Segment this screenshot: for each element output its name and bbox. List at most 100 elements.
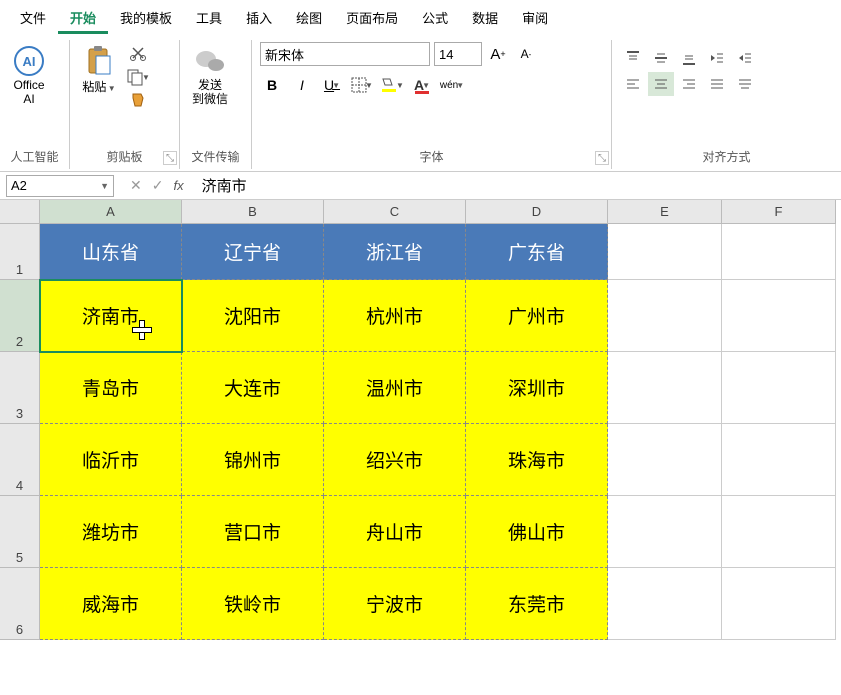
- cut-button[interactable]: [126, 42, 150, 64]
- menu-insert[interactable]: 插入: [234, 4, 284, 34]
- cell-d5[interactable]: 佛山市: [466, 496, 608, 568]
- font-launcher[interactable]: ⤡: [595, 151, 609, 165]
- cell-f5[interactable]: [722, 496, 836, 568]
- menu-review[interactable]: 审阅: [510, 4, 560, 34]
- row-header-3[interactable]: 3: [0, 352, 40, 424]
- align-center-button[interactable]: [648, 72, 674, 96]
- col-header-b[interactable]: B: [182, 200, 324, 224]
- cell-f3[interactable]: [722, 352, 836, 424]
- row-header-4[interactable]: 4: [0, 424, 40, 496]
- cell-c2[interactable]: 杭州市: [324, 280, 466, 352]
- cell-e1[interactable]: [608, 224, 722, 280]
- cell-d4[interactable]: 珠海市: [466, 424, 608, 496]
- increase-indent-button[interactable]: [732, 46, 758, 70]
- row-header-6[interactable]: 6: [0, 568, 40, 640]
- border-button[interactable]: ▼: [350, 74, 374, 96]
- menu-data[interactable]: 数据: [460, 4, 510, 34]
- cell-a4[interactable]: 临沂市: [40, 424, 182, 496]
- formula-bar: A2 ▼ ✕ ✓ fx: [0, 172, 841, 200]
- ribbon: AI Office AI 人工智能 粘贴 ▼ ▼: [0, 34, 841, 172]
- decrease-font-button[interactable]: A-: [514, 43, 538, 65]
- underline-button[interactable]: U▼: [320, 74, 344, 96]
- cell-a5[interactable]: 潍坊市: [40, 496, 182, 568]
- menu-file[interactable]: 文件: [8, 4, 58, 34]
- cell-e5[interactable]: [608, 496, 722, 568]
- align-top-button[interactable]: [620, 46, 646, 70]
- cell-a6[interactable]: 威海市: [40, 568, 182, 640]
- cell-f6[interactable]: [722, 568, 836, 640]
- cell-e4[interactable]: [608, 424, 722, 496]
- menu-tools[interactable]: 工具: [184, 4, 234, 34]
- align-bottom-button[interactable]: [676, 46, 702, 70]
- cell-c1[interactable]: 浙江省: [324, 224, 466, 280]
- cell-f2[interactable]: [722, 280, 836, 352]
- menu-templates[interactable]: 我的模板: [108, 4, 184, 34]
- group-label-clipboard: 剪贴板: [78, 148, 171, 167]
- office-ai-button[interactable]: AI Office AI: [8, 42, 50, 109]
- menu-bar: 文件 开始 我的模板 工具 插入 绘图 页面布局 公式 数据 审阅: [0, 0, 841, 34]
- menu-draw[interactable]: 绘图: [284, 4, 334, 34]
- menu-formula[interactable]: 公式: [410, 4, 460, 34]
- cell-b4[interactable]: 锦州市: [182, 424, 324, 496]
- col-header-d[interactable]: D: [466, 200, 608, 224]
- distribute-button[interactable]: [732, 72, 758, 96]
- col-header-c[interactable]: C: [324, 200, 466, 224]
- align-left-button[interactable]: [620, 72, 646, 96]
- row-header-5[interactable]: 5: [0, 496, 40, 568]
- cell-c6[interactable]: 宁波市: [324, 568, 466, 640]
- decrease-indent-button[interactable]: [704, 46, 730, 70]
- cell-c4[interactable]: 绍兴市: [324, 424, 466, 496]
- cell-b6[interactable]: 铁岭市: [182, 568, 324, 640]
- font-color-button[interactable]: A ▼: [410, 74, 434, 96]
- select-all-corner[interactable]: [0, 200, 40, 224]
- cell-c3[interactable]: 温州市: [324, 352, 466, 424]
- cell-e6[interactable]: [608, 568, 722, 640]
- cell-f1[interactable]: [722, 224, 836, 280]
- fx-icon[interactable]: fx: [173, 178, 183, 193]
- col-header-f[interactable]: F: [722, 200, 836, 224]
- cell-d2[interactable]: 广州市: [466, 280, 608, 352]
- cell-a2[interactable]: 济南市: [40, 280, 182, 352]
- cell-e2[interactable]: [608, 280, 722, 352]
- accept-formula-button[interactable]: ✓: [152, 177, 164, 194]
- increase-font-button[interactable]: A+: [486, 43, 510, 65]
- cell-e3[interactable]: [608, 352, 722, 424]
- fill-color-button[interactable]: ▼: [380, 74, 404, 96]
- send-wechat-button[interactable]: 发送 到微信: [188, 42, 232, 109]
- align-right-button[interactable]: [676, 72, 702, 96]
- cell-f4[interactable]: [722, 424, 836, 496]
- font-size-select[interactable]: [434, 42, 482, 66]
- cell-d3[interactable]: 深圳市: [466, 352, 608, 424]
- row-header-1[interactable]: 1: [0, 224, 40, 280]
- name-box[interactable]: A2 ▼: [6, 175, 114, 197]
- cell-b5[interactable]: 营口市: [182, 496, 324, 568]
- cell-b1[interactable]: 辽宁省: [182, 224, 324, 280]
- bold-button[interactable]: B: [260, 74, 284, 96]
- formula-input[interactable]: [194, 175, 841, 197]
- format-painter-button[interactable]: [126, 90, 150, 112]
- paste-icon: [82, 44, 116, 78]
- font-name-select[interactable]: [260, 42, 430, 66]
- cancel-formula-button[interactable]: ✕: [130, 177, 142, 194]
- align-middle-button[interactable]: [648, 46, 674, 70]
- cell-a1[interactable]: 山东省: [40, 224, 182, 280]
- copy-button[interactable]: ▼: [126, 66, 150, 88]
- col-header-e[interactable]: E: [608, 200, 722, 224]
- justify-button[interactable]: [704, 72, 730, 96]
- paste-button[interactable]: 粘贴 ▼: [78, 42, 120, 97]
- cell-d6[interactable]: 东莞市: [466, 568, 608, 640]
- cell-b3[interactable]: 大连市: [182, 352, 324, 424]
- group-label-align: 对齐方式: [620, 148, 833, 167]
- cell-a3[interactable]: 青岛市: [40, 352, 182, 424]
- cell-d1[interactable]: 广东省: [466, 224, 608, 280]
- clipboard-launcher[interactable]: ⤡: [163, 151, 177, 165]
- cell-c5[interactable]: 舟山市: [324, 496, 466, 568]
- pinyin-button[interactable]: wén▼: [440, 74, 464, 96]
- ai-icon: AI: [12, 44, 46, 78]
- cell-b2[interactable]: 沈阳市: [182, 280, 324, 352]
- menu-home[interactable]: 开始: [58, 4, 108, 34]
- col-header-a[interactable]: A: [40, 200, 182, 224]
- italic-button[interactable]: I: [290, 74, 314, 96]
- row-header-2[interactable]: 2: [0, 280, 40, 352]
- menu-pagelayout[interactable]: 页面布局: [334, 4, 410, 34]
